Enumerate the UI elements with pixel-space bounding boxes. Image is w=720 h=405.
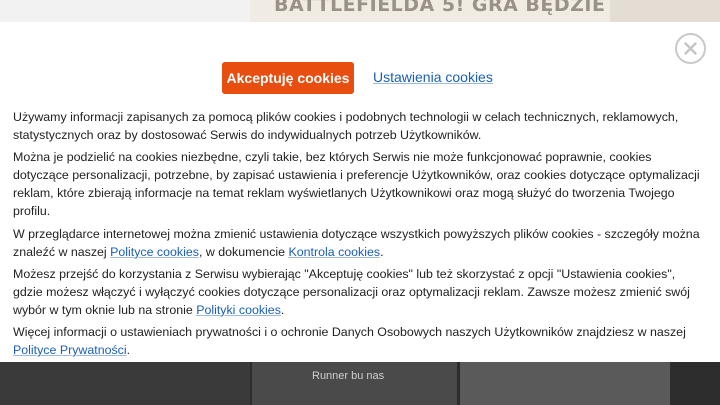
background-tile-caption: Runner bu nas	[312, 370, 385, 382]
background-header-text: BATTLEFIELDA 5! GRA BĘDZIE	[274, 0, 606, 16]
cookie-actions: Akceptuję cookies Ustawienia cookies	[0, 62, 720, 94]
paragraph-text: , w dokumencie	[198, 244, 289, 259]
cookie-consent-modal: Akceptuję cookies Ustawienia cookies Uży…	[0, 22, 720, 362]
paragraph-text: .	[126, 343, 131, 358]
accept-cookies-button[interactable]: Akceptuję cookies	[222, 62, 354, 94]
cookie-info-text: Używamy informacji zapisanych za pomocą …	[13, 108, 703, 363]
paragraph-text: Więcej informacji o ustawieniach prywatn…	[13, 325, 686, 340]
background-tile[interactable]	[252, 362, 457, 405]
close-button[interactable]	[675, 33, 706, 64]
background-header-art	[610, 0, 720, 22]
cookie-paragraph: W przeglądarce internetowej można zmieni…	[13, 225, 703, 261]
paragraph-text: Możesz przejść do korzystania z Serwisu …	[13, 266, 690, 317]
cookie-paragraph: Więcej informacji o ustawieniach prywatn…	[13, 323, 703, 359]
background-tile[interactable]	[460, 362, 670, 405]
cookie-paragraph: Używamy informacji zapisanych za pomocą …	[13, 110, 679, 143]
paragraph-text: .	[380, 244, 384, 259]
background-header-banner[interactable]: BATTLEFIELDA 5! GRA BĘDZIE	[250, 0, 610, 22]
cookie-control-link[interactable]: Kontrola cookies	[288, 245, 380, 259]
close-icon	[684, 42, 697, 55]
cookie-paragraph: Możesz przejść do korzystania z Serwisu …	[13, 265, 703, 319]
cookie-policy-link[interactable]: Polityce cookies	[110, 245, 199, 259]
background-tile[interactable]	[0, 362, 250, 405]
cookie-paragraph: Można je podzielić na cookies niezbędne,…	[13, 150, 700, 219]
background-left-strip	[0, 0, 250, 22]
paragraph-text: .	[280, 302, 285, 317]
cookie-policy-page-link[interactable]: Polityki cookies	[196, 303, 281, 317]
privacy-policy-link[interactable]: Polityce Prywatności	[13, 343, 127, 357]
cookie-settings-link[interactable]: Ustawienia cookies	[373, 69, 493, 85]
